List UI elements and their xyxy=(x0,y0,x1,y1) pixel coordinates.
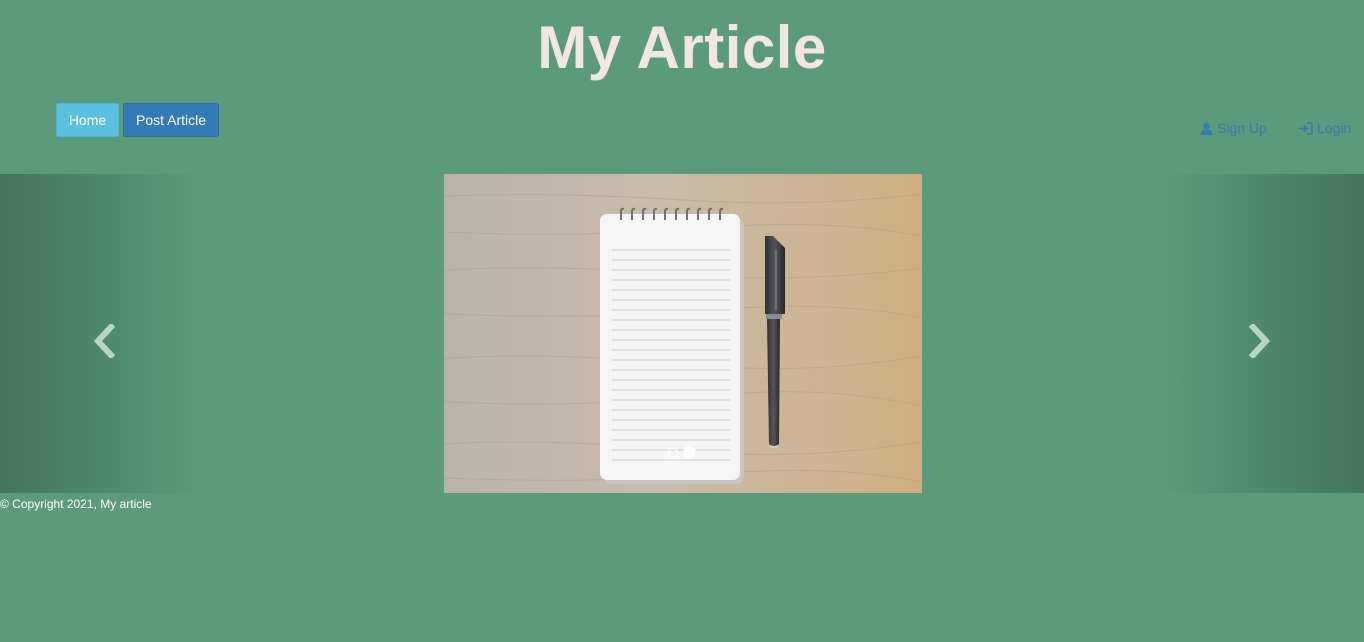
chevron-right-icon xyxy=(1248,324,1271,358)
chevron-left-icon xyxy=(93,324,116,358)
image-carousel xyxy=(0,174,1364,493)
log-in-icon xyxy=(1299,121,1313,135)
carousel-indicators xyxy=(668,446,701,459)
sign-up-link[interactable]: Sign Up xyxy=(1200,119,1267,137)
home-button[interactable]: Home xyxy=(56,103,119,137)
footer-copyright: © Copyright 2021, My article xyxy=(0,497,152,511)
login-link[interactable]: Login xyxy=(1298,119,1351,137)
post-article-button[interactable]: Post Article xyxy=(123,103,219,137)
carousel-indicator-1[interactable] xyxy=(668,447,678,458)
login-label: Login xyxy=(1317,120,1352,136)
carousel-next-button[interactable] xyxy=(1159,174,1364,493)
sign-up-label: Sign Up xyxy=(1217,120,1267,136)
page-title: My Article xyxy=(537,14,827,81)
carousel-indicator-2[interactable] xyxy=(683,446,696,459)
user-icon xyxy=(1200,122,1213,135)
carousel-prev-button[interactable] xyxy=(0,174,205,493)
